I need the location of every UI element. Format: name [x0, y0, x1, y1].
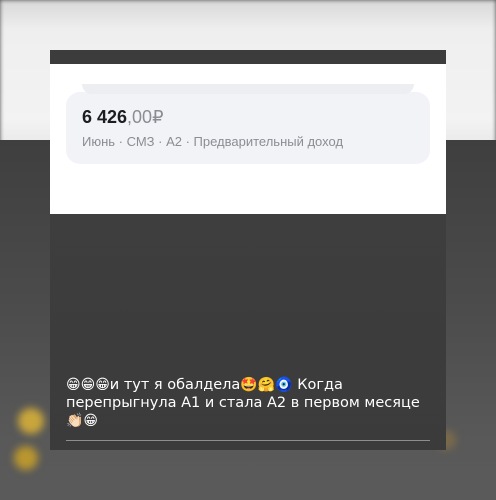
grin-emoji-group: 😁😁😁 [66, 377, 110, 393]
star-hug-evil-eye-emoji-group: 🤩🤗🧿 [240, 377, 293, 393]
income-card: 6 426,00₽ Июнь · СМЗ · А2 · Предваритель… [66, 84, 430, 164]
amount-integer: 6 426 [82, 107, 128, 127]
income-amount: 6 426,00₽ [82, 106, 164, 128]
top-bar [50, 50, 446, 64]
caption-divider [66, 440, 430, 441]
currency-symbol: ₽ [152, 107, 164, 127]
amount-fraction: ,00 [127, 107, 153, 127]
card-top-edge [82, 84, 414, 94]
story-frame: 6 426,00₽ Июнь · СМЗ · А2 · Предваритель… [50, 50, 446, 450]
caption-text-1: и тут я обалдела [109, 377, 241, 393]
screenshot-panel: 6 426,00₽ Июнь · СМЗ · А2 · Предваритель… [50, 64, 446, 214]
income-details: Июнь · СМЗ · А2 · Предварительный доход [82, 134, 344, 149]
story-caption: 😁😁😁и тут я обалдела🤩🤗🧿 Когда перепрыгнул… [66, 376, 426, 430]
clap-grin-emoji-group: 👏🏻😁 [66, 413, 99, 429]
background-blob [18, 408, 44, 434]
background-blob [14, 446, 38, 470]
